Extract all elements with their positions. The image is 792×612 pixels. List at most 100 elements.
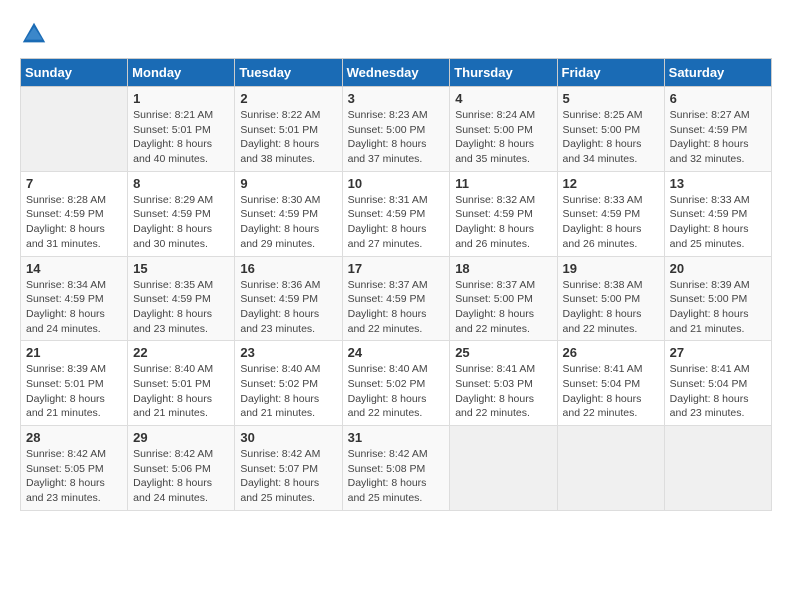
day-info: Sunrise: 8:31 AMSunset: 4:59 PMDaylight:…	[348, 193, 445, 252]
weekday-header-wednesday: Wednesday	[342, 59, 450, 87]
day-number: 3	[348, 91, 445, 106]
day-info: Sunrise: 8:34 AMSunset: 4:59 PMDaylight:…	[26, 278, 122, 337]
day-number: 16	[240, 261, 336, 276]
day-number: 9	[240, 176, 336, 191]
day-info: Sunrise: 8:21 AMSunset: 5:01 PMDaylight:…	[133, 108, 229, 167]
day-info: Sunrise: 8:37 AMSunset: 5:00 PMDaylight:…	[455, 278, 551, 337]
day-info: Sunrise: 8:41 AMSunset: 5:03 PMDaylight:…	[455, 362, 551, 421]
calendar-cell: 17Sunrise: 8:37 AMSunset: 4:59 PMDayligh…	[342, 256, 450, 341]
calendar-cell: 22 Sunrise: 8:40 AMSunset: 5:01 PMDayligh…	[128, 341, 235, 426]
logo	[20, 20, 52, 48]
day-info: Sunrise: 8:37 AMSunset: 4:59 PMDaylight:…	[348, 278, 445, 337]
day-info: Sunrise: 8:42 AMSunset: 5:07 PMDaylight:…	[240, 447, 336, 506]
logo-icon	[20, 20, 48, 48]
calendar-cell: 20 Sunrise: 8:39 AMSunset: 5:00 PMDayligh…	[664, 256, 771, 341]
day-info: Sunrise: 8:23 AMSunset: 5:00 PMDaylight:…	[348, 108, 445, 167]
day-info: Sunrise: 8:27 AMSunset: 4:59 PMDaylight:…	[670, 108, 766, 167]
calendar-cell: 4 Sunrise: 8:24 AMSunset: 5:00 PMDaylight…	[450, 87, 557, 172]
day-number: 22	[133, 345, 229, 360]
calendar-cell	[450, 426, 557, 511]
day-number: 29	[133, 430, 229, 445]
day-number: 18	[455, 261, 551, 276]
calendar-cell: 24Sunrise: 8:40 AMSunset: 5:02 PMDayligh…	[342, 341, 450, 426]
day-number: 20	[670, 261, 766, 276]
calendar-cell: 2Sunrise: 8:22 AMSunset: 5:01 PMDaylight…	[235, 87, 342, 172]
weekday-header-thursday: Thursday	[450, 59, 557, 87]
day-info: Sunrise: 8:24 AMSunset: 5:00 PMDaylight:…	[455, 108, 551, 167]
day-info: Sunrise: 8:40 AMSunset: 5:02 PMDaylight:…	[348, 362, 445, 421]
day-number: 26	[563, 345, 659, 360]
calendar-cell: 29 Sunrise: 8:42 AMSunset: 5:06 PMDayligh…	[128, 426, 235, 511]
day-info: Sunrise: 8:42 AMSunset: 5:06 PMDaylight:…	[133, 447, 229, 506]
day-number: 5	[563, 91, 659, 106]
calendar-cell: 18 Sunrise: 8:37 AMSunset: 5:00 PMDayligh…	[450, 256, 557, 341]
calendar-cell: 1 Sunrise: 8:21 AMSunset: 5:01 PMDaylight…	[128, 87, 235, 172]
day-number: 2	[240, 91, 336, 106]
calendar-cell	[557, 426, 664, 511]
weekday-header-monday: Monday	[128, 59, 235, 87]
day-number: 14	[26, 261, 122, 276]
calendar-body: 1 Sunrise: 8:21 AMSunset: 5:01 PMDaylight…	[21, 87, 772, 511]
calendar-cell: 3 Sunrise: 8:23 AMSunset: 5:00 PMDaylight…	[342, 87, 450, 172]
day-info: Sunrise: 8:42 AMSunset: 5:05 PMDaylight:…	[26, 447, 122, 506]
calendar-cell: 6 Sunrise: 8:27 AMSunset: 4:59 PMDaylight…	[664, 87, 771, 172]
calendar-cell	[21, 87, 128, 172]
calendar-cell: 28 Sunrise: 8:42 AMSunset: 5:05 PMDayligh…	[21, 426, 128, 511]
day-info: Sunrise: 8:40 AMSunset: 5:02 PMDaylight:…	[240, 362, 336, 421]
calendar-cell: 9 Sunrise: 8:30 AMSunset: 4:59 PMDaylight…	[235, 171, 342, 256]
day-number: 8	[133, 176, 229, 191]
day-number: 28	[26, 430, 122, 445]
calendar-cell: 14 Sunrise: 8:34 AMSunset: 4:59 PMDayligh…	[21, 256, 128, 341]
day-info: Sunrise: 8:40 AMSunset: 5:01 PMDaylight:…	[133, 362, 229, 421]
calendar-cell: 5 Sunrise: 8:25 AMSunset: 5:00 PMDaylight…	[557, 87, 664, 172]
day-info: Sunrise: 8:28 AMSunset: 4:59 PMDaylight:…	[26, 193, 122, 252]
calendar-cell: 30 Sunrise: 8:42 AMSunset: 5:07 PMDayligh…	[235, 426, 342, 511]
day-number: 1	[133, 91, 229, 106]
day-info: Sunrise: 8:39 AMSunset: 5:01 PMDaylight:…	[26, 362, 122, 421]
day-number: 6	[670, 91, 766, 106]
day-number: 30	[240, 430, 336, 445]
calendar-cell	[664, 426, 771, 511]
weekday-header-sunday: Sunday	[21, 59, 128, 87]
calendar-cell: 10 Sunrise: 8:31 AMSunset: 4:59 PMDayligh…	[342, 171, 450, 256]
day-info: Sunrise: 8:30 AMSunset: 4:59 PMDaylight:…	[240, 193, 336, 252]
day-number: 10	[348, 176, 445, 191]
day-number: 27	[670, 345, 766, 360]
page-header	[20, 20, 772, 48]
day-number: 21	[26, 345, 122, 360]
day-number: 25	[455, 345, 551, 360]
weekday-header-friday: Friday	[557, 59, 664, 87]
day-number: 4	[455, 91, 551, 106]
day-info: Sunrise: 8:35 AMSunset: 4:59 PMDaylight:…	[133, 278, 229, 337]
day-info: Sunrise: 8:42 AMSunset: 5:08 PMDaylight:…	[348, 447, 445, 506]
day-number: 11	[455, 176, 551, 191]
calendar-cell: 27Sunrise: 8:41 AMSunset: 5:04 PMDayligh…	[664, 341, 771, 426]
calendar-cell: 21 Sunrise: 8:39 AMSunset: 5:01 PMDayligh…	[21, 341, 128, 426]
weekday-header-tuesday: Tuesday	[235, 59, 342, 87]
day-info: Sunrise: 8:41 AMSunset: 5:04 PMDaylight:…	[563, 362, 659, 421]
day-number: 31	[348, 430, 445, 445]
calendar-cell: 26 Sunrise: 8:41 AMSunset: 5:04 PMDayligh…	[557, 341, 664, 426]
day-info: Sunrise: 8:38 AMSunset: 5:00 PMDaylight:…	[563, 278, 659, 337]
day-number: 19	[563, 261, 659, 276]
weekday-row: SundayMondayTuesdayWednesdayThursdayFrid…	[21, 59, 772, 87]
day-info: Sunrise: 8:25 AMSunset: 5:00 PMDaylight:…	[563, 108, 659, 167]
day-info: Sunrise: 8:33 AMSunset: 4:59 PMDaylight:…	[670, 193, 766, 252]
day-number: 23	[240, 345, 336, 360]
calendar-cell: 25 Sunrise: 8:41 AMSunset: 5:03 PMDayligh…	[450, 341, 557, 426]
calendar-week-row: 7Sunrise: 8:28 AMSunset: 4:59 PMDaylight…	[21, 171, 772, 256]
calendar-cell: 7Sunrise: 8:28 AMSunset: 4:59 PMDaylight…	[21, 171, 128, 256]
calendar-cell: 16Sunrise: 8:36 AMSunset: 4:59 PMDayligh…	[235, 256, 342, 341]
day-info: Sunrise: 8:32 AMSunset: 4:59 PMDaylight:…	[455, 193, 551, 252]
calendar-table: SundayMondayTuesdayWednesdayThursdayFrid…	[20, 58, 772, 511]
calendar-cell: 11 Sunrise: 8:32 AMSunset: 4:59 PMDayligh…	[450, 171, 557, 256]
day-info: Sunrise: 8:39 AMSunset: 5:00 PMDaylight:…	[670, 278, 766, 337]
weekday-header-saturday: Saturday	[664, 59, 771, 87]
calendar-cell: 19 Sunrise: 8:38 AMSunset: 5:00 PMDayligh…	[557, 256, 664, 341]
calendar-cell: 12Sunrise: 8:33 AMSunset: 4:59 PMDayligh…	[557, 171, 664, 256]
calendar-week-row: 1 Sunrise: 8:21 AMSunset: 5:01 PMDaylight…	[21, 87, 772, 172]
calendar-week-row: 28 Sunrise: 8:42 AMSunset: 5:05 PMDayligh…	[21, 426, 772, 511]
calendar-cell: 13Sunrise: 8:33 AMSunset: 4:59 PMDayligh…	[664, 171, 771, 256]
calendar-cell: 31 Sunrise: 8:42 AMSunset: 5:08 PMDayligh…	[342, 426, 450, 511]
calendar-header: SundayMondayTuesdayWednesdayThursdayFrid…	[21, 59, 772, 87]
